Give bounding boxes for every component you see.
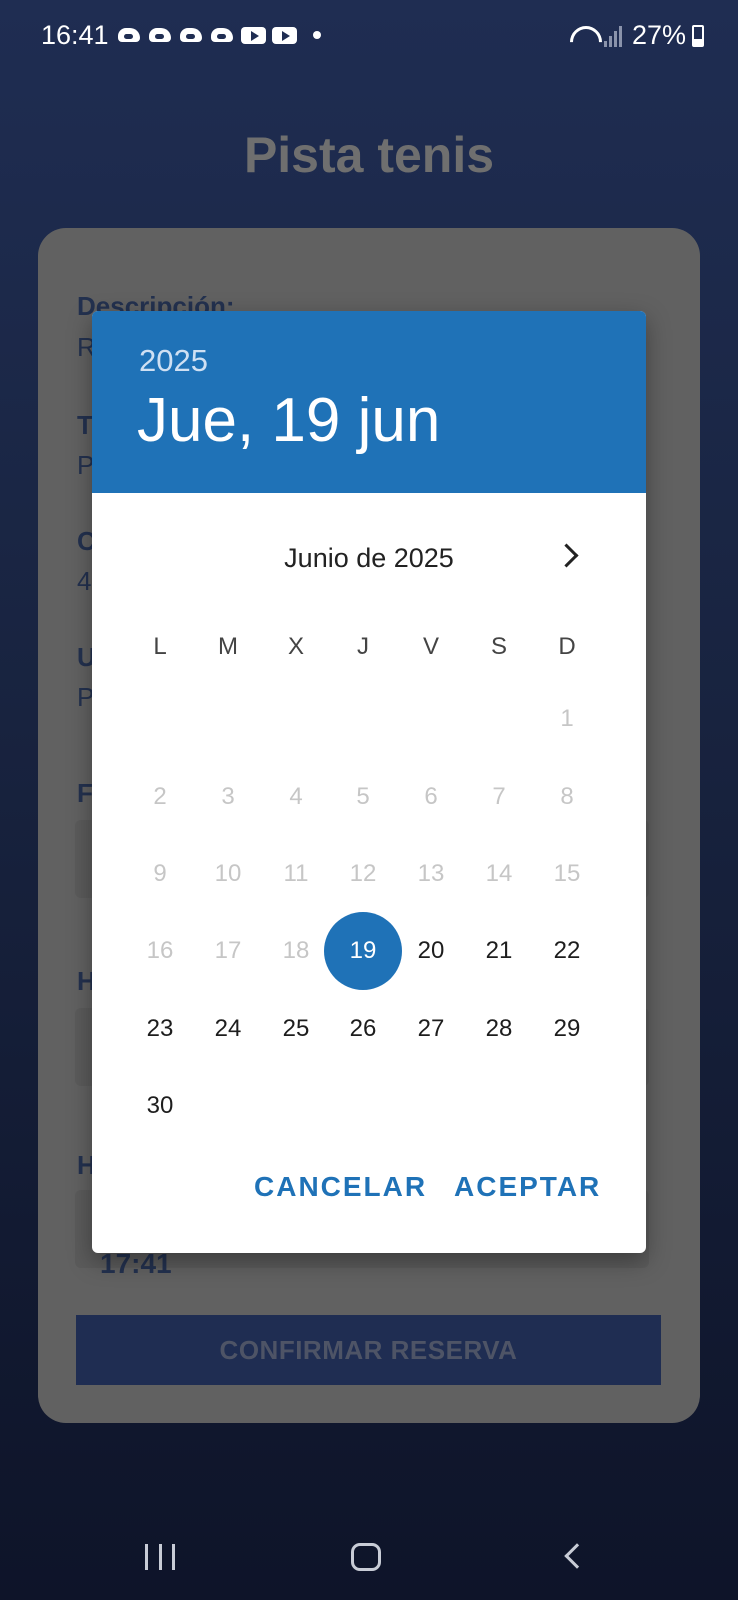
page-title: Pista tenis: [243, 127, 495, 183]
youtube-icon: [241, 24, 266, 46]
youtube-icon: [272, 24, 297, 46]
back-icon[interactable]: [564, 1543, 590, 1569]
navigation-bar: [0, 1500, 738, 1600]
calendar-day: 7: [492, 783, 506, 810]
weekday-label: V: [422, 633, 439, 660]
calendar-day: 3: [221, 783, 235, 810]
wifi-icon: [568, 24, 598, 48]
calendar-day[interactable]: 21: [460, 912, 538, 990]
calendar-day[interactable]: 27: [392, 990, 470, 1068]
calendar-day: 9: [153, 860, 167, 887]
cloud-app-icon: [179, 24, 204, 46]
cloud-app-icon: [210, 24, 235, 46]
chevron-right-icon[interactable]: [554, 541, 584, 571]
signal-icon: [603, 25, 626, 47]
date-picker-dialog: 2025 Jue, 19 jun Junio de 2025 LMXJVSD 1…: [92, 311, 646, 1253]
status-bar: 16:41 27%: [0, 0, 738, 70]
battery-percent: 27%: [631, 20, 686, 50]
field-label-fecha: F: [77, 778, 93, 808]
status-time: 16:41: [41, 20, 109, 50]
calendar-day: 17: [214, 937, 242, 964]
calendar-day: 1: [560, 705, 574, 732]
header-selected-date: Jue, 19 jun: [137, 386, 441, 455]
calendar-day: 14: [485, 860, 513, 887]
cancel-button[interactable]: CANCELAR: [254, 1171, 427, 1203]
weekday-label: D: [558, 633, 576, 660]
battery-icon: [692, 24, 704, 47]
status-right: 27%: [568, 20, 704, 51]
calendar-day[interactable]: 20: [392, 912, 470, 990]
accept-button[interactable]: ACEPTAR: [454, 1171, 601, 1203]
header-year[interactable]: 2025: [139, 343, 208, 379]
calendar-day[interactable]: 28: [460, 990, 538, 1068]
calendar-day: 15: [553, 860, 581, 887]
calendar-day: 12: [349, 860, 377, 887]
recents-icon[interactable]: [145, 1544, 175, 1570]
calendar-day: 5: [356, 783, 370, 810]
dot-icon: [313, 31, 321, 39]
calendar-day: 8: [560, 783, 574, 810]
calendar-day: 2: [153, 783, 167, 810]
calendar-day[interactable]: 29: [528, 990, 606, 1068]
calendar-day[interactable]: 22: [528, 912, 606, 990]
field-value-3: 4: [77, 566, 92, 596]
calendar-day[interactable]: 23: [121, 990, 199, 1068]
weekday-label: M: [218, 633, 238, 660]
weekday-label: J: [357, 633, 369, 660]
confirm-reservation-button[interactable]: CONFIRMAR RESERVA: [76, 1315, 661, 1385]
calendar-day-selected[interactable]: 19: [324, 912, 402, 990]
notification-icons: [117, 24, 321, 46]
calendar-day: 16: [146, 937, 174, 964]
home-icon[interactable]: [351, 1543, 381, 1571]
field-label-2: T: [77, 410, 93, 440]
calendar-day: 10: [214, 860, 242, 887]
weekday-label: X: [287, 633, 304, 660]
weekday-label: L: [153, 633, 167, 660]
calendar-day: 6: [424, 783, 438, 810]
calendar-day[interactable]: 26: [324, 990, 402, 1068]
weekday-label: S: [490, 633, 507, 660]
calendar-day[interactable]: 24: [189, 990, 267, 1068]
cloud-app-icon: [148, 24, 173, 46]
calendar-day: 13: [417, 860, 445, 887]
calendar-day[interactable]: 30: [121, 1067, 199, 1145]
cloud-app-icon: [117, 24, 142, 46]
date-picker-header: 2025 Jue, 19 jun: [92, 311, 646, 493]
